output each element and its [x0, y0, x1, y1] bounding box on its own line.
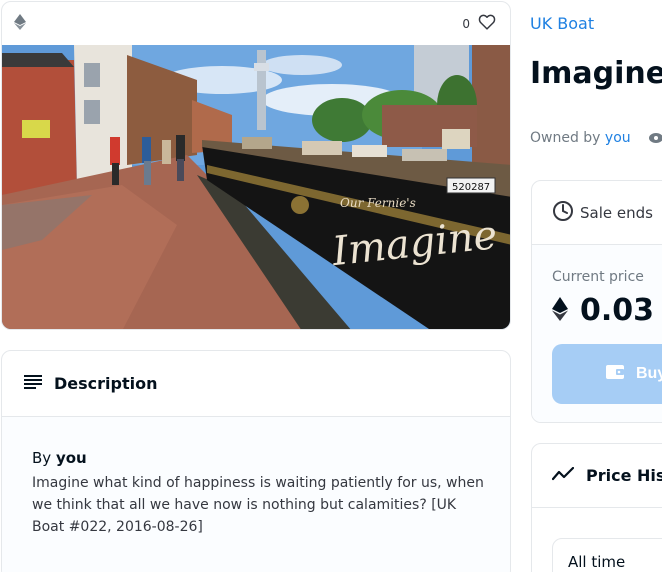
by-prefix: By — [32, 449, 52, 467]
sale-ends-label: Sale ends — [580, 203, 653, 222]
favorite-count: 0 — [462, 16, 470, 31]
price-history-title: Price History — [586, 466, 662, 485]
price-body: Current price 0.03 ( Buy now — [532, 245, 662, 422]
time-range-select[interactable]: All time — [552, 538, 662, 572]
price-history-panel: Price History All time — [531, 443, 662, 572]
svg-text:520287: 520287 — [452, 182, 490, 193]
price-history-body: All time — [532, 508, 662, 572]
collection-link[interactable]: UK Boat — [530, 14, 594, 33]
sale-ends-row: Sale ends — [532, 181, 662, 245]
price-row: 0.03 ( — [552, 293, 662, 328]
price-history-header[interactable]: Price History — [532, 444, 662, 508]
description-header[interactable]: Description — [2, 351, 510, 417]
heart-icon[interactable] — [478, 14, 496, 33]
creator-name[interactable]: you — [56, 449, 87, 467]
ethereum-icon — [14, 13, 26, 34]
owned-by-label: Owned by — [530, 130, 601, 146]
sale-panel: Sale ends Current price 0.03 ( Buy now — [531, 180, 662, 423]
creator-line: By you — [32, 449, 480, 467]
trending-icon — [551, 466, 575, 485]
description-text: Imagine what kind of happiness is waitin… — [32, 475, 484, 535]
subject-lines-icon — [24, 374, 42, 393]
svg-text:Our Fernie's: Our Fernie's — [340, 196, 416, 210]
buy-now-button[interactable]: Buy now — [552, 344, 662, 404]
media-header: 0 — [2, 2, 510, 45]
description-panel: Description By you Imagine what kind of … — [1, 350, 511, 572]
price-value: 0.03 — [580, 293, 655, 328]
owner-line: Owned by you — [530, 130, 662, 146]
wallet-icon — [606, 364, 624, 385]
description-body: By you Imagine what kind of happiness is… — [2, 417, 510, 572]
current-price-label: Current price — [552, 269, 644, 285]
clock-icon — [552, 200, 574, 226]
buy-now-label: Buy now — [636, 365, 662, 382]
media-card: 0 520287 Our Fernie's Imagine — [1, 1, 511, 330]
item-title: Imagine — [530, 56, 662, 91]
favorite-group: 0 — [462, 14, 496, 33]
owner-link[interactable]: you — [605, 130, 631, 146]
eye-icon — [649, 130, 662, 146]
ethereum-icon — [552, 296, 568, 325]
description-title: Description — [54, 374, 158, 393]
nft-image[interactable]: 520287 Our Fernie's Imagine — [2, 45, 510, 329]
